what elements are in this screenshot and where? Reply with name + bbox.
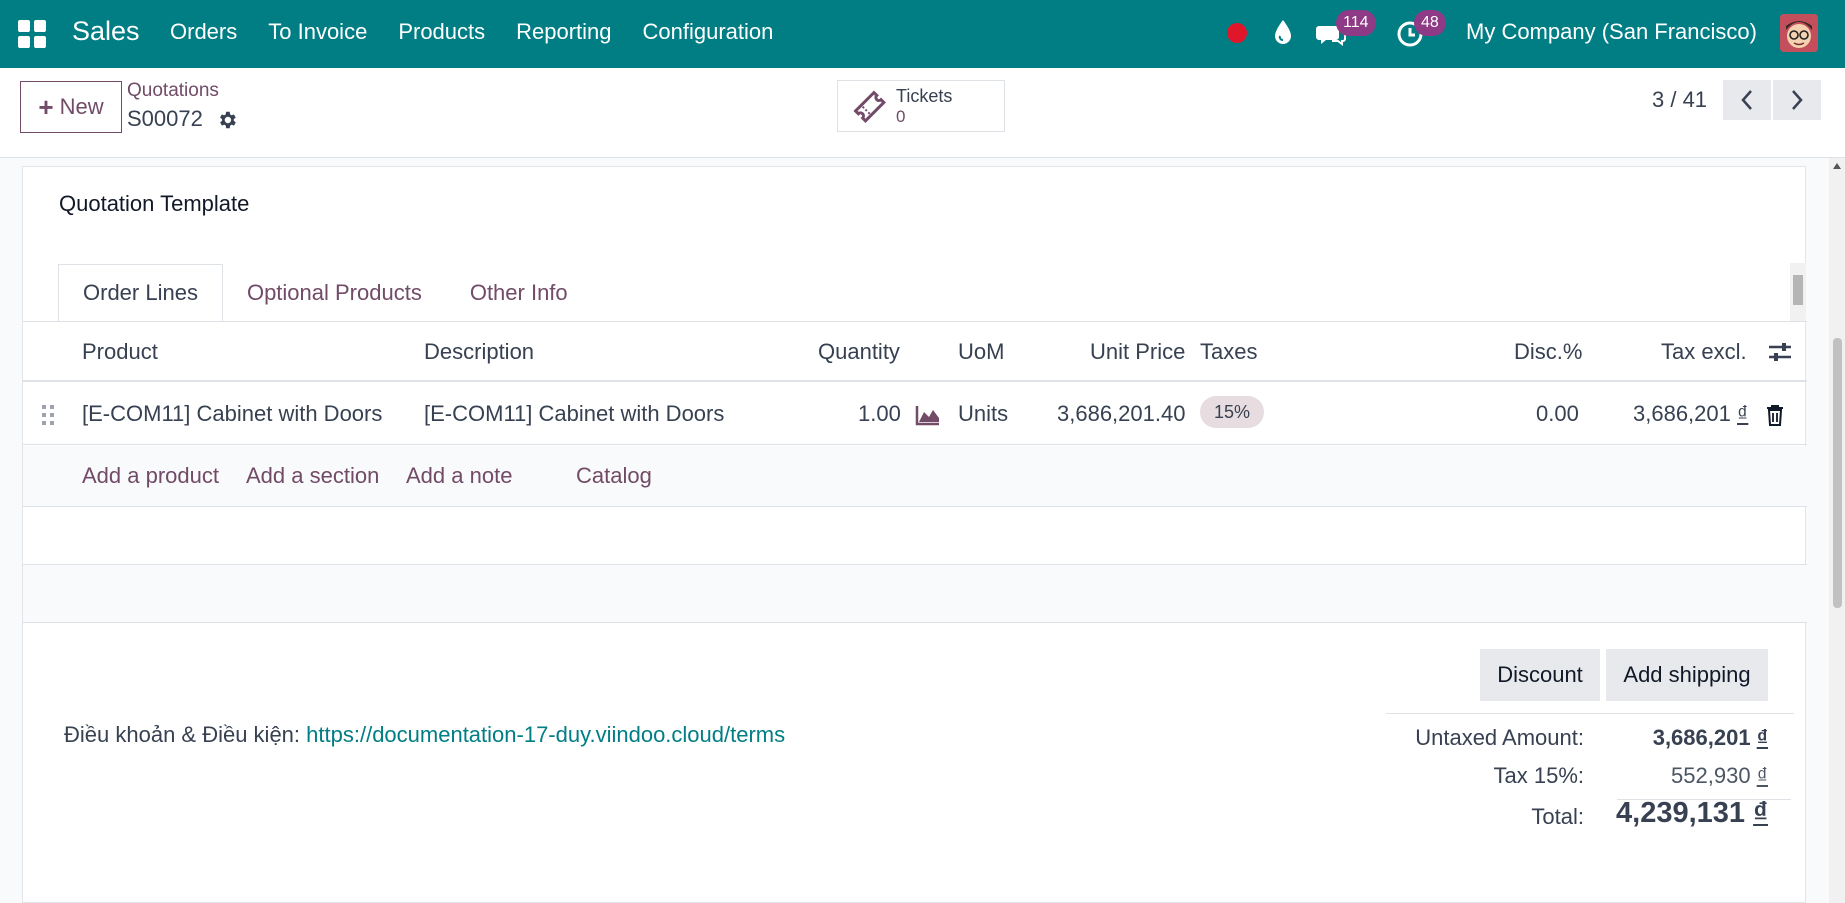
apps-menu-icon[interactable]	[18, 20, 46, 48]
add-product-link[interactable]: Add a product	[82, 463, 219, 489]
menu-to-invoice[interactable]: To Invoice	[268, 19, 367, 45]
tab-optional-products[interactable]: Optional Products	[223, 264, 446, 322]
column-product[interactable]: Product	[82, 339, 158, 365]
line-subtotal: 3,686,201	[1633, 401, 1731, 426]
optional-columns-icon[interactable]	[1767, 340, 1793, 364]
notebook-tabs: Order Lines Optional Products Other Info	[58, 264, 592, 322]
control-panel: + New Quotations S00072 Tickets 0 3 / 41	[0, 68, 1845, 158]
line-currency: ₫	[1737, 401, 1749, 426]
add-line-row: Add a product Add a section Add a note C…	[23, 446, 1807, 507]
terms-label: Điều khoản & Điều kiện:	[64, 722, 301, 747]
column-taxes[interactable]: Taxes	[1200, 339, 1257, 365]
scroll-up-arrow-icon[interactable]	[1832, 162, 1842, 170]
forecast-chart-icon[interactable]	[915, 404, 941, 426]
line-uom[interactable]: Units	[958, 401, 1008, 427]
total-value: 4,239,131 ₫	[1616, 797, 1768, 829]
ticket-icon	[853, 90, 886, 123]
add-note-link[interactable]: Add a note	[406, 463, 512, 489]
total-label: Total:	[1531, 804, 1584, 829]
column-uom[interactable]: UoM	[958, 339, 1004, 365]
tickets-smart-button[interactable]: Tickets 0	[837, 80, 1005, 132]
page-scrollbar[interactable]	[1829, 158, 1845, 903]
messages-badge: 114	[1336, 10, 1376, 36]
terms-and-conditions: Điều khoản & Điều kiện: https://document…	[64, 722, 785, 748]
pager-next-button[interactable]	[1773, 80, 1821, 120]
chevron-right-icon	[1792, 90, 1803, 110]
drop-icon[interactable]	[1272, 18, 1294, 46]
line-unit-price[interactable]: 3,686,201.40	[1057, 401, 1185, 427]
new-button[interactable]: + New	[20, 81, 122, 133]
column-quantity[interactable]: Quantity	[818, 339, 900, 365]
menu-configuration[interactable]: Configuration	[643, 19, 774, 45]
column-discount[interactable]: Disc.%	[1514, 339, 1582, 365]
chevron-left-icon	[1741, 90, 1752, 110]
catalog-link[interactable]: Catalog	[576, 463, 652, 489]
tickets-count: 0	[896, 107, 906, 126]
column-unit-price[interactable]: Unit Price	[1090, 339, 1185, 365]
plus-icon: +	[38, 91, 54, 122]
scroll-thumb[interactable]	[1833, 338, 1842, 608]
tax-badge[interactable]: 15%	[1200, 396, 1265, 428]
quotation-template-label: Quotation Template	[59, 191, 250, 216]
form-sheet: Quotation Template Order Lines Optional …	[22, 166, 1807, 903]
record-name: S00072	[127, 106, 203, 131]
line-product[interactable]: [E-COM11] Cabinet with Doors	[82, 401, 382, 427]
line-description[interactable]: [E-COM11] Cabinet with Doors	[424, 401, 724, 427]
add-section-link[interactable]: Add a section	[246, 463, 379, 489]
tabs-scrollbar[interactable]	[1790, 263, 1806, 321]
drag-handle-icon[interactable]	[41, 403, 55, 427]
breadcrumb-quotations[interactable]: Quotations	[127, 80, 219, 102]
empty-row	[23, 507, 1807, 565]
column-description[interactable]: Description	[424, 339, 534, 365]
trash-icon[interactable]	[1765, 404, 1785, 426]
pager-value[interactable]: 3 / 41	[1652, 87, 1707, 113]
recording-dot-icon[interactable]	[1227, 23, 1247, 43]
untaxed-amount-label: Untaxed Amount:	[1415, 725, 1584, 750]
terms-link[interactable]: https://documentation-17-duy.viindoo.clo…	[306, 722, 785, 747]
order-lines-header: Product Description Quantity UoM Unit Pr…	[23, 322, 1807, 382]
discount-button[interactable]: Discount	[1480, 649, 1600, 701]
empty-row	[23, 565, 1807, 623]
tab-other-info[interactable]: Other Info	[446, 264, 592, 322]
user-avatar[interactable]	[1780, 14, 1818, 52]
totals-divider	[1386, 713, 1794, 714]
column-tax-excl[interactable]: Tax excl.	[1661, 339, 1747, 365]
tax-label: Tax 15%:	[1493, 763, 1585, 788]
line-quantity[interactable]: 1.00	[858, 401, 901, 427]
company-switcher[interactable]: My Company (San Francisco)	[1466, 19, 1757, 45]
untaxed-amount-value: 3,686,201 ₫	[1652, 725, 1768, 750]
main-menu: Orders To Invoice Products Reporting Con…	[170, 19, 773, 45]
menu-orders[interactable]: Orders	[170, 19, 237, 45]
tickets-label: Tickets	[896, 86, 953, 106]
add-shipping-button[interactable]: Add shipping	[1606, 649, 1768, 701]
tab-order-lines[interactable]: Order Lines	[58, 264, 223, 322]
table-row[interactable]: [E-COM11] Cabinet with Doors [E-COM11] C…	[23, 384, 1807, 445]
top-navbar: Sales Orders To Invoice Products Reporti…	[0, 0, 1845, 68]
menu-products[interactable]: Products	[398, 19, 485, 45]
pager-previous-button[interactable]	[1723, 80, 1771, 120]
app-brand[interactable]: Sales	[72, 16, 140, 47]
menu-reporting[interactable]: Reporting	[516, 19, 611, 45]
gear-icon[interactable]	[216, 109, 238, 131]
line-discount[interactable]: 0.00	[1536, 401, 1579, 427]
new-button-label: New	[59, 94, 104, 119]
activities-badge: 48	[1414, 10, 1446, 36]
tax-value: 552,930 ₫	[1671, 763, 1768, 788]
